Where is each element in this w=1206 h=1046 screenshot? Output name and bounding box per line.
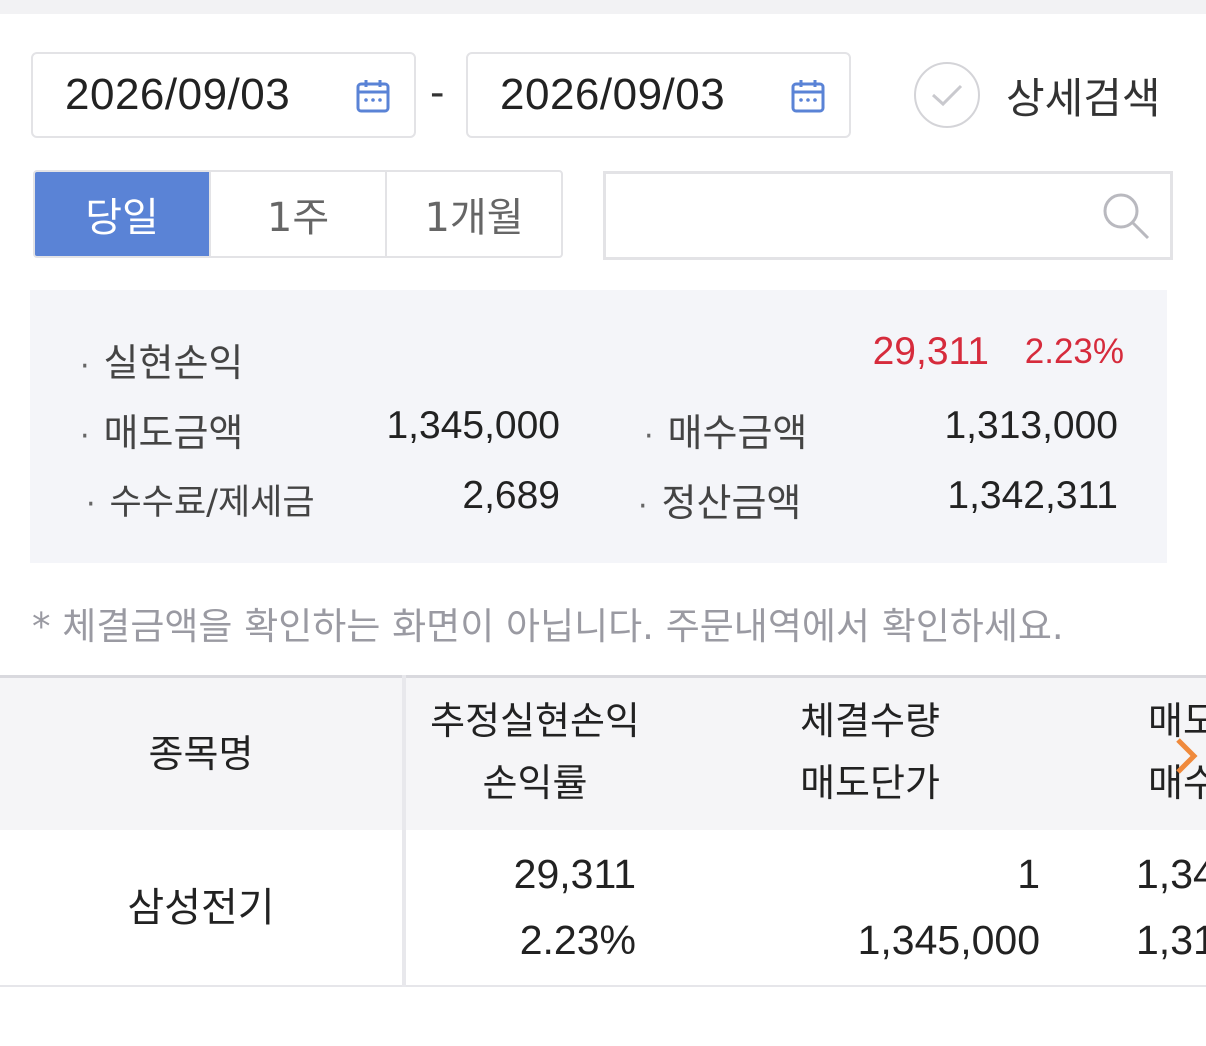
fee-tax-value: 2,689	[462, 474, 560, 517]
end-date-field[interactable]: 2026/09/03	[466, 52, 851, 138]
start-date-field[interactable]: 2026/09/03	[31, 52, 416, 138]
calendar-icon[interactable]	[356, 78, 390, 114]
fee-tax-label: · 수수료/제세금	[86, 483, 315, 523]
realized-pl-rate: 2.23%	[1024, 332, 1124, 371]
search-icon[interactable]	[1100, 190, 1152, 242]
settlement-label: · 정산금액	[638, 481, 802, 525]
realized-pl-label: · 실현손익	[80, 341, 244, 385]
chevron-right-icon[interactable]	[1170, 736, 1200, 776]
row-sell-amount: 1,34	[1136, 851, 1206, 897]
notice-text: * 체결금액을 확인하는 화면이 아닙니다. 주문내역에서 확인하세요.	[32, 605, 1064, 648]
table-row[interactable]: 삼성전기 29,311 2.23% 1 1,345,000 1,34 1,31	[0, 830, 1206, 987]
header-sell-price: 매도단가	[800, 761, 940, 805]
tab-1week[interactable]: 1주	[211, 172, 387, 256]
header-pl-rate: 손익률	[482, 761, 588, 805]
date-separator: -	[430, 70, 445, 116]
trade-table: 종목명 추정실현손익 손익률 체결수량 매도단가 매도 매수 삼성전기 29,3…	[0, 675, 1206, 987]
tab-today[interactable]: 당일	[35, 172, 211, 256]
calendar-icon[interactable]	[791, 78, 825, 114]
buy-amount-value: 1,313,000	[944, 404, 1118, 447]
check-circle-icon[interactable]	[914, 62, 980, 128]
table-header: 종목명 추정실현손익 손익률 체결수량 매도단가 매도 매수	[0, 675, 1206, 830]
tab-1month[interactable]: 1개월	[387, 172, 561, 256]
settlement-value: 1,342,311	[947, 474, 1118, 517]
start-date-value: 2026/09/03	[65, 70, 291, 119]
frozen-column-divider	[402, 675, 406, 987]
sell-amount-label: · 매도금액	[80, 411, 244, 455]
header-est-realized-pl: 추정실현손익	[430, 699, 640, 743]
buy-amount-label: · 매수금액	[644, 411, 808, 455]
row-pl-rate: 2.23%	[519, 917, 636, 963]
end-date-value: 2026/09/03	[500, 70, 726, 119]
detail-search-label: 상세검색	[1006, 73, 1161, 123]
header-stock-name: 종목명	[148, 732, 254, 776]
summary-panel: · 실현손익 29,311 2.23% · 매도금액 1,345,000 · 매수금액…	[30, 290, 1167, 563]
header-exec-qty: 체결수량	[800, 699, 940, 743]
detail-search-toggle[interactable]: 상세검색	[914, 60, 1161, 130]
top-status-strip	[0, 0, 1206, 14]
row-exec-qty: 1	[1017, 851, 1040, 897]
search-input[interactable]	[603, 171, 1173, 260]
realized-pl-value: 29,311	[872, 330, 989, 373]
row-sell-price: 1,345,000	[857, 917, 1040, 963]
period-tabs: 당일 1주 1개월	[33, 170, 563, 258]
row-est-pl: 29,311	[513, 851, 636, 897]
row-buy-amount: 1,31	[1136, 917, 1206, 963]
row-stock-name: 삼성전기	[127, 885, 275, 931]
sell-amount-value: 1,345,000	[386, 404, 560, 447]
